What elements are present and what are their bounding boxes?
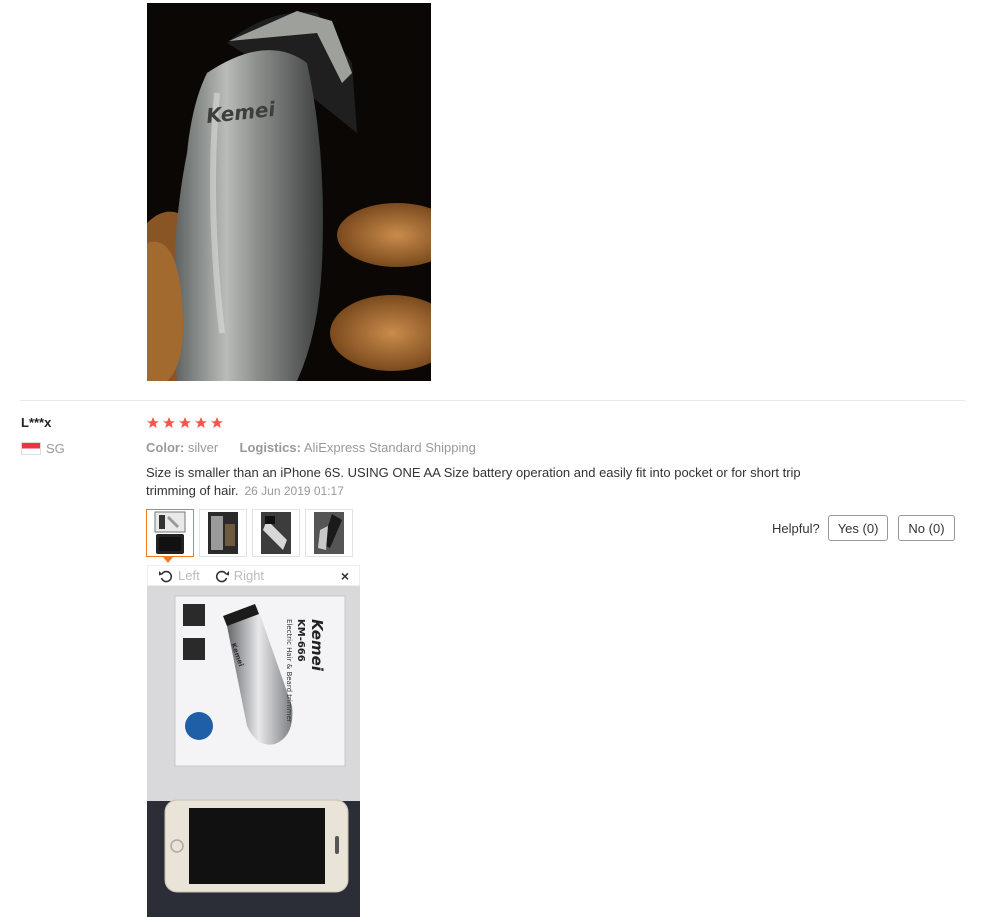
star-icon	[179, 417, 191, 428]
flag-icon	[21, 442, 41, 455]
star-icon	[163, 417, 175, 428]
color-label: Color:	[146, 440, 185, 455]
box-brand-text: Kemei	[308, 619, 326, 672]
star-icon	[147, 417, 159, 428]
rotate-right-button[interactable]: Right	[214, 568, 264, 584]
review-thumbnail[interactable]	[199, 509, 247, 557]
review-thumbnail[interactable]	[146, 509, 194, 557]
image-viewer-toolbar: Left Right ×	[147, 565, 360, 586]
review-divider	[20, 400, 965, 401]
reviewer-name: L***x	[21, 415, 52, 430]
color-value: silver	[187, 440, 219, 455]
active-thumbnail-indicator	[163, 557, 173, 563]
star-icon	[211, 417, 223, 428]
rotate-left-button[interactable]: Left	[158, 568, 200, 584]
rotate-left-icon	[159, 570, 173, 582]
helpful-yes-button[interactable]: Yes (0)	[827, 515, 889, 541]
close-icon[interactable]: ×	[341, 568, 349, 584]
review-list: Kemei L***x SG Color: silver Logistics: …	[0, 0, 989, 917]
helpful-label: Helpful?	[772, 520, 820, 536]
box-model-text: KM-666	[295, 619, 306, 662]
review-photo-previous[interactable]: Kemei	[147, 3, 431, 381]
review-body: Size is smaller than an iPhone 6S. USING…	[146, 464, 846, 500]
star-rating	[146, 416, 224, 430]
country-code: SG	[46, 441, 65, 456]
trimmer-in-hand-image: Kemei	[147, 3, 431, 381]
review-thumbnail[interactable]	[305, 509, 353, 557]
rotate-left-label: Left	[178, 568, 200, 583]
rotate-right-label: Right	[233, 568, 265, 583]
reviewer-country: SG	[21, 441, 65, 456]
helpful-no-button[interactable]: No (0)	[898, 515, 955, 541]
product-box-and-phone-image: Kemei Kemei KM-666 Electric Hair & Beard…	[147, 586, 360, 917]
star-icon	[195, 417, 207, 428]
logistics-value: AliExpress Standard Shipping	[303, 440, 476, 455]
logistics-label: Logistics:	[239, 440, 301, 455]
review-thumbnails	[146, 509, 353, 557]
review-photo-enlarged: Kemei Kemei KM-666 Electric Hair & Beard…	[147, 586, 360, 917]
review-thumbnail[interactable]	[252, 509, 300, 557]
box-subtitle-text: Electric Hair & Beard trimmer	[285, 619, 293, 723]
rotate-right-icon	[215, 570, 229, 582]
review-meta: Color: silver Logistics: AliExpress Stan…	[146, 440, 476, 455]
review-date: 26 Jun 2019 01:17	[244, 484, 344, 498]
helpful-section: Helpful? Yes (0) No (0)	[772, 515, 955, 541]
